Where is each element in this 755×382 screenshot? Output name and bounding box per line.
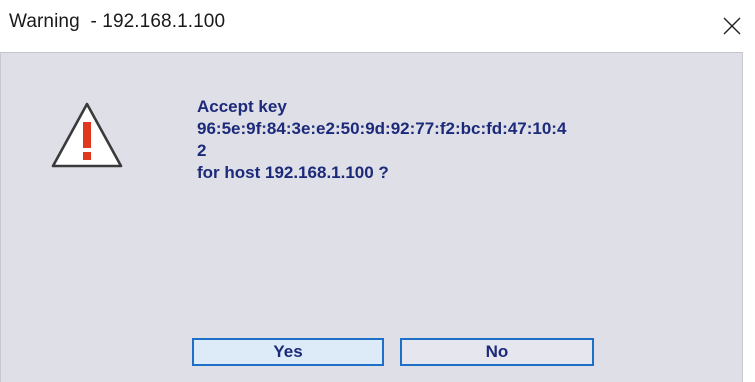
- title-bar[interactable]: Warning - 192.168.1.100: [0, 0, 755, 52]
- message-line: Accept key: [197, 97, 287, 116]
- message-line-key-fingerprint-cont: 2: [197, 141, 207, 160]
- dialog-message: Accept key 96:5e:9f:84:3e:e2:50:9d:92:77…: [197, 96, 717, 184]
- no-button[interactable]: No: [400, 338, 594, 366]
- message-line-host: for host 192.168.1.100 ?: [197, 163, 389, 182]
- warning-icon: [51, 102, 123, 168]
- warning-dialog-window: Warning - 192.168.1.100 Accept key 96:5e…: [0, 0, 755, 382]
- window-title: Warning - 192.168.1.100: [9, 11, 226, 32]
- dialog-body: Accept key 96:5e:9f:84:3e:e2:50:9d:92:77…: [0, 52, 743, 382]
- close-button[interactable]: [709, 0, 755, 52]
- close-icon[interactable]: [722, 16, 742, 36]
- yes-button[interactable]: Yes: [192, 338, 384, 366]
- message-line-key-fingerprint: 96:5e:9f:84:3e:e2:50:9d:92:77:f2:bc:fd:4…: [197, 119, 567, 138]
